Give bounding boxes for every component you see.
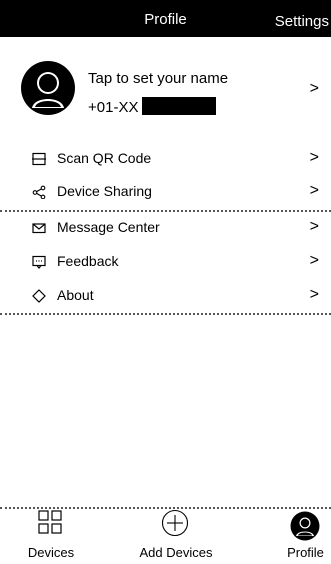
tab-devices[interactable]: Devices (10, 509, 92, 564)
menu-item-label: Device Sharing (57, 183, 152, 199)
header-bar: Profile Settings (0, 0, 331, 37)
chevron-right-icon: > (309, 149, 319, 166)
menu-item-label: Scan QR Code (57, 150, 152, 166)
menu-item-label: Message Center (57, 219, 160, 235)
menu-item-scan-qr-code[interactable]: Scan QR Code > (0, 143, 331, 176)
chevron-right-icon: > (309, 252, 319, 269)
diamond-icon (32, 289, 46, 303)
phone-number: +01-XX (88, 97, 217, 116)
tab-label: Devices (27, 545, 75, 560)
profile-card[interactable]: Tap to set your name +01-XX > (0, 60, 331, 130)
grid-icon (38, 510, 62, 534)
qr-scan-icon (32, 152, 46, 166)
phone-prefix: +01-XX (88, 99, 139, 116)
settings-button[interactable]: Settings (275, 13, 329, 30)
share-icon (32, 185, 46, 199)
bottom-tab-bar: Devices Add Devices Profile (0, 509, 331, 564)
divider (0, 313, 331, 315)
chevron-right-icon: > (309, 218, 319, 235)
menu-item-label: About (57, 287, 94, 303)
tab-profile[interactable]: Profile (280, 509, 331, 564)
feedback-icon (32, 255, 46, 269)
chevron-right-icon: > (309, 80, 319, 97)
menu-item-feedback[interactable]: Feedback > (0, 246, 331, 279)
menu-item-device-sharing[interactable]: Device Sharing > (0, 176, 331, 209)
tab-add-devices[interactable]: Add Devices (125, 509, 227, 564)
menu-item-message-center[interactable]: Message Center > (0, 212, 331, 245)
name-prompt[interactable]: Tap to set your name (88, 70, 228, 87)
envelope-icon (32, 223, 46, 234)
tab-label: Profile (287, 545, 324, 560)
menu-item-about[interactable]: About > (0, 280, 331, 313)
plus-circle-icon (161, 509, 189, 537)
user-avatar-icon (290, 511, 320, 541)
chevron-right-icon: > (309, 182, 319, 199)
avatar[interactable] (20, 60, 76, 116)
tab-label: Add Devices (139, 545, 213, 560)
redacted-phone-block (142, 97, 217, 115)
chevron-right-icon: > (309, 286, 319, 303)
menu-item-label: Feedback (57, 253, 119, 269)
